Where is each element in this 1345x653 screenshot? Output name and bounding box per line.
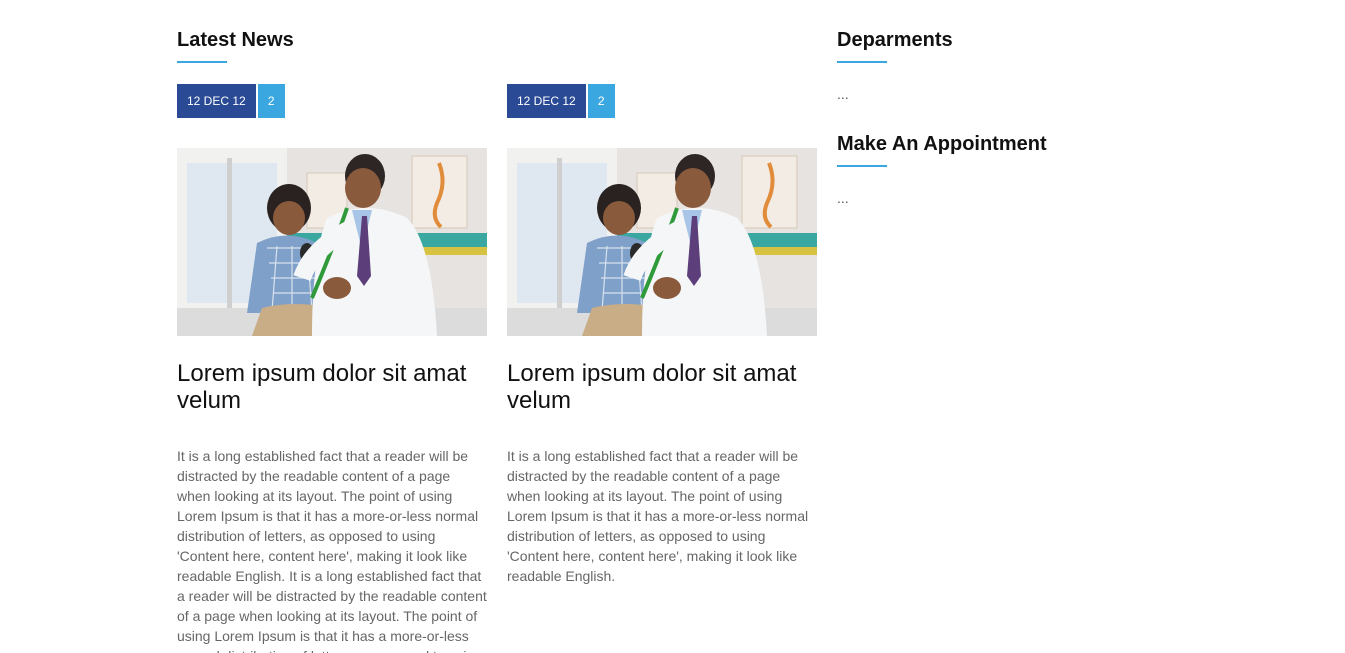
news-excerpt: It is a long established fact that a rea… — [507, 448, 809, 584]
appointment-underline — [837, 165, 887, 167]
comment-count-badge[interactable]: 2 — [257, 84, 285, 118]
doctor-examining-child-photo[interactable] — [177, 148, 487, 336]
news-title[interactable]: Lorem ipsum dolor sit amat velum — [507, 360, 817, 414]
appointment-content: ... — [837, 190, 849, 206]
latest-news-heading: Latest News — [177, 29, 294, 51]
latest-news-underline — [177, 61, 227, 63]
news-meta: 12 DEC 12 2 — [177, 84, 487, 118]
news-card: 12 DEC 12 2 Lorem ipsum dolor sit amat v… — [507, 84, 817, 586]
doctor-examining-child-photo[interactable] — [507, 148, 817, 336]
news-title[interactable]: Lorem ipsum dolor sit amat velum — [177, 360, 487, 414]
news-excerpt: It is a long established fact that a rea… — [177, 448, 487, 653]
news-card: 12 DEC 12 2 Lorem ipsum dolor sit amat v… — [177, 84, 487, 653]
news-meta: 12 DEC 12 2 — [507, 84, 817, 118]
date-badge: 12 DEC 12 — [507, 84, 586, 118]
page: Latest News 12 DEC 12 2 Lorem ipsum dolo… — [0, 0, 1345, 653]
departments-underline — [837, 61, 887, 63]
appointment-heading: Make An Appointment — [837, 133, 1047, 155]
departments-heading: Deparments — [837, 29, 953, 51]
date-badge: 12 DEC 12 — [177, 84, 256, 118]
departments-content: ... — [837, 86, 849, 102]
comment-count-badge[interactable]: 2 — [587, 84, 615, 118]
